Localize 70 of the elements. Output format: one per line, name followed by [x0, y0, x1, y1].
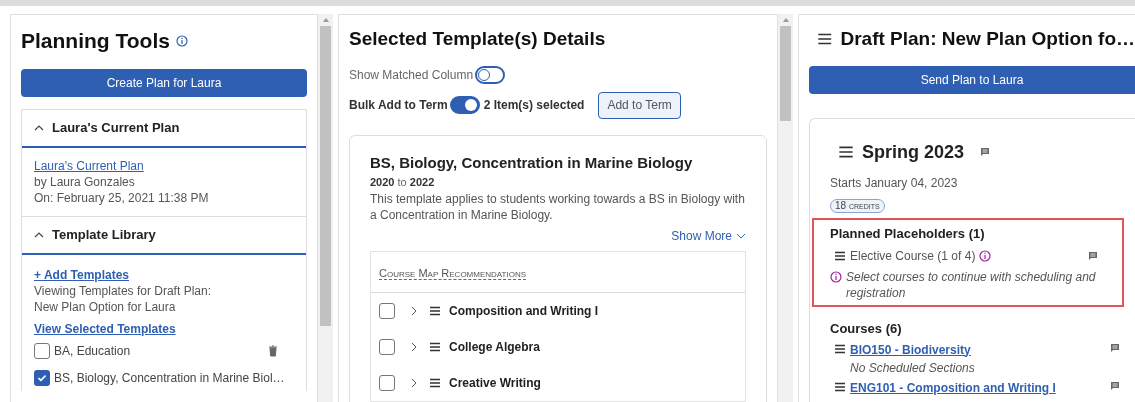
- course-name: Composition and Writing I: [449, 302, 599, 320]
- checkbox[interactable]: [34, 369, 50, 386]
- add-to-term-button[interactable]: Add to Term: [598, 91, 681, 119]
- placeholder-name: Elective Course (1 of 4): [850, 248, 976, 265]
- scrollbar[interactable]: [318, 14, 333, 402]
- comment-icon[interactable]: [1110, 380, 1120, 391]
- template-label: BA, Education: [54, 342, 132, 359]
- warning-icon: [830, 271, 842, 283]
- info-icon: [979, 250, 992, 262]
- course-link[interactable]: BIO150 - Biodiversity: [850, 340, 971, 359]
- add-templates-link[interactable]: + Add Templates: [34, 266, 130, 283]
- info-icon: [175, 34, 188, 47]
- template-label: BS, Biology, Concentration in Marine Biol…: [54, 369, 285, 386]
- toggle-switch[interactable]: [475, 65, 506, 84]
- course-name: Creative Writing: [449, 374, 541, 392]
- panel-title: Planning Tools: [21, 28, 170, 54]
- create-plan-button[interactable]: Create Plan for Laura: [21, 68, 307, 97]
- show-more-button[interactable]: Show More: [671, 226, 746, 245]
- drag-handle-icon[interactable]: [834, 342, 846, 355]
- template-name: BS, Biology, Concentration in Marine Biology: [370, 152, 694, 173]
- author-text: by Laura Gonzales: [34, 173, 136, 190]
- warning-text: Select courses to continue with scheduling and registration: [846, 269, 1097, 301]
- term-title: Spring 2023: [862, 140, 965, 164]
- year-range: 2020 to 2022: [370, 175, 436, 190]
- scrollbar[interactable]: [778, 14, 793, 402]
- plan-link[interactable]: Laura's Current Plan: [34, 157, 144, 174]
- section-title: Courses (6): [830, 320, 903, 338]
- accordion-header[interactable]: Laura's Current Plan: [22, 109, 306, 148]
- checkbox[interactable]: [34, 342, 50, 359]
- toggle-switch[interactable]: [449, 96, 480, 114]
- chevron-icon: [34, 123, 44, 132]
- view-selected-link[interactable]: View Selected Templates: [34, 320, 176, 337]
- chevron-icon: [34, 230, 44, 239]
- accordion-header[interactable]: Template Library: [22, 216, 306, 255]
- panel-title: Draft Plan: New Plan Option fo…: [840, 27, 1135, 51]
- chevron-icon[interactable]: [411, 305, 417, 316]
- date-text: On: February 25, 2021 11:38 PM: [34, 189, 210, 206]
- toggle-label: Bulk Add to Term: [349, 97, 448, 114]
- checkbox[interactable]: [379, 302, 395, 319]
- credits-badge: 18 credits: [830, 198, 885, 213]
- chevron-icon[interactable]: [411, 341, 417, 352]
- section-title: Course Map Recommendations: [379, 266, 527, 280]
- start-date: Starts January 04, 2023: [830, 174, 959, 192]
- checkbox[interactable]: [379, 338, 395, 355]
- toggle-label: Show Matched Column: [349, 66, 474, 84]
- chevron-icon[interactable]: [411, 377, 417, 388]
- viewing-text: Viewing Templates for Draft Plan:: [34, 282, 212, 299]
- section-note: No Scheduled Sections: [850, 359, 976, 377]
- description-text: This template applies to students working towards a BS in Biology with a Concentration in Marine Biology.: [370, 190, 746, 223]
- plan-name-text: New Plan Option for Laura: [34, 298, 177, 315]
- selected-count: 2 Item(s) selected: [483, 97, 585, 114]
- trash-icon[interactable]: [268, 344, 278, 357]
- send-plan-button[interactable]: Send Plan to Laura: [809, 65, 1135, 94]
- drag-handle-icon[interactable]: [834, 250, 846, 262]
- course-link[interactable]: ENG101 - Composition and Writing I: [850, 378, 1056, 397]
- drag-handle-icon[interactable]: [834, 380, 846, 393]
- checkbox[interactable]: [379, 374, 395, 391]
- drag-handle-icon[interactable]: [838, 144, 854, 160]
- scrollbar-thumb[interactable]: [780, 26, 791, 121]
- chevron-down-icon: [736, 232, 746, 239]
- scrollbar-thumb[interactable]: [320, 26, 331, 326]
- comment-icon[interactable]: [1088, 251, 1098, 261]
- drag-handle-icon[interactable]: [429, 376, 441, 389]
- drag-handle-icon[interactable]: [429, 304, 441, 317]
- drag-handle-icon[interactable]: [429, 340, 441, 353]
- panel-title: Selected Template(s) Details: [349, 27, 607, 51]
- section-title: Planned Placeholders (1): [830, 224, 986, 243]
- comment-icon[interactable]: [980, 147, 991, 157]
- comment-icon[interactable]: [1110, 342, 1120, 353]
- course-name: College Algebra: [449, 338, 540, 356]
